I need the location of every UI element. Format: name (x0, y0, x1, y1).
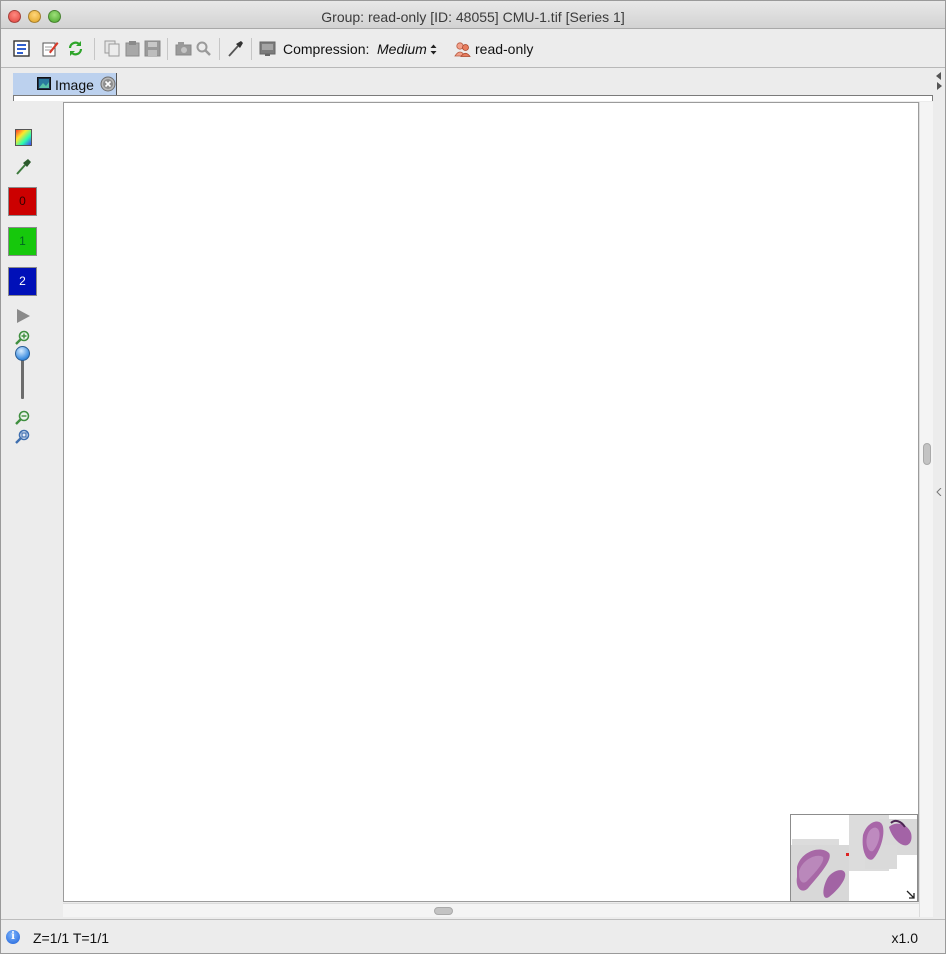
collapse-panel-icon[interactable] (936, 488, 942, 496)
info-icon[interactable]: i (6, 930, 20, 944)
copy-icon[interactable] (104, 40, 121, 57)
compression-icon (259, 41, 276, 56)
channel-toolbar: 0 1 2 (1, 101, 63, 917)
resize-corner-icon[interactable] (906, 890, 916, 900)
annotate-icon[interactable] (42, 40, 59, 57)
image-viewer-window: Group: read-only [ID: 48055] CMU-1.tif [… (0, 0, 946, 954)
channel-2-button[interactable]: 2 (8, 267, 37, 296)
zoom-fit-icon[interactable] (15, 429, 31, 444)
horizontal-scrollbar-thumb[interactable] (434, 907, 453, 915)
color-picker-icon[interactable] (15, 129, 32, 146)
toolbar-separator (167, 38, 168, 60)
horizontal-scrollbar[interactable] (63, 903, 919, 917)
thumbnail-image (791, 815, 917, 901)
close-tab-icon[interactable] (100, 76, 116, 92)
eyedropper-icon[interactable] (15, 158, 32, 175)
vertical-scrollbar-thumb[interactable] (923, 443, 931, 465)
measure-icon[interactable] (227, 40, 244, 57)
tab-image-label: Image (55, 77, 94, 93)
paste-icon[interactable] (124, 40, 141, 57)
play-icon[interactable] (16, 308, 31, 324)
camera-icon[interactable] (175, 40, 192, 57)
compression-label: Compression: (283, 41, 370, 57)
image-icon (37, 77, 51, 90)
zoom-level-text: x1.0 (891, 930, 918, 946)
window-title: Group: read-only [ID: 48055] CMU-1.tif [… (321, 9, 625, 25)
tab-scroll-right-icon[interactable] (937, 82, 942, 90)
select-arrows-icon[interactable] (430, 44, 437, 55)
zoom-slider-thumb[interactable] (15, 346, 30, 361)
tab-image[interactable]: Image (13, 73, 117, 95)
zoom-out-icon[interactable] (15, 410, 31, 425)
channel-0-button[interactable]: 0 (8, 187, 37, 216)
toolbar: Compression: Medium read-only (1, 30, 945, 68)
tab-content-border (13, 95, 933, 101)
toolbar-separator (251, 38, 252, 60)
tab-scroll-left-icon[interactable] (936, 72, 941, 80)
group-permission-label[interactable]: read-only (475, 41, 533, 57)
birds-eye-view[interactable] (790, 814, 918, 902)
image-canvas[interactable] (63, 102, 919, 902)
save-icon[interactable] (144, 40, 161, 57)
toolbar-separator (219, 38, 220, 60)
group-icon[interactable] (454, 40, 471, 57)
compression-select[interactable]: Medium (377, 41, 427, 57)
zoom-in-icon[interactable] (15, 330, 31, 345)
right-gutter (933, 101, 945, 917)
dimension-position-text: Z=1/1 T=1/1 (33, 930, 110, 946)
channel-1-button[interactable]: 1 (8, 227, 37, 256)
image-info-icon[interactable] (13, 40, 30, 57)
toolbar-separator (94, 38, 95, 60)
refresh-icon[interactable] (67, 40, 84, 57)
search-icon[interactable] (195, 40, 212, 57)
status-bar: i Z=1/1 T=1/1 x1.0 (1, 919, 945, 953)
title-bar: Group: read-only [ID: 48055] CMU-1.tif [… (1, 1, 945, 29)
vertical-scrollbar[interactable] (919, 102, 933, 917)
tab-strip: Image (1, 69, 945, 101)
